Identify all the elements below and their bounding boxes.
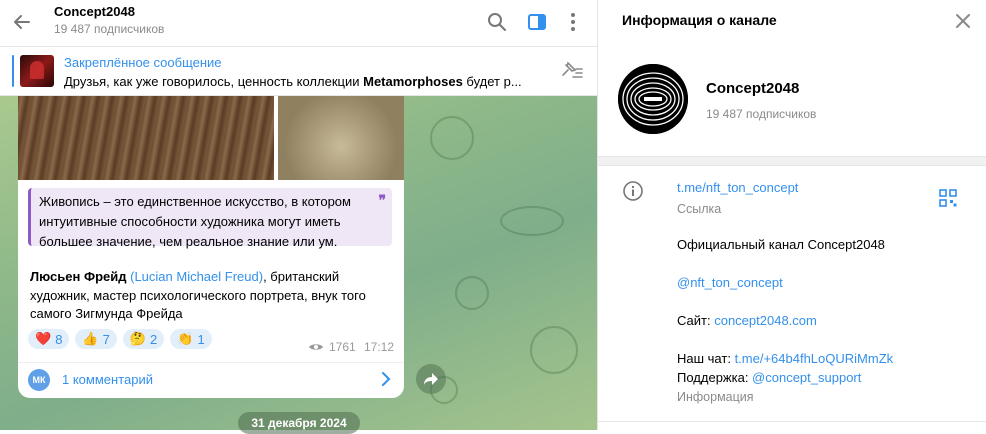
- views-counter: 1761: [308, 340, 356, 354]
- bg-doodle: [455, 276, 489, 310]
- channel-handle-link[interactable]: @nft_ton_concept: [677, 275, 783, 290]
- description-line: Официальный канал Concept2048: [677, 237, 885, 252]
- reaction-clap[interactable]: 👏 1: [170, 329, 212, 349]
- channel-subscribers-panel: 19 487 подписчиков: [706, 107, 817, 121]
- post-text: Люсьен Фрейд (Lucian Michael Freud), бри…: [30, 269, 366, 321]
- more-vertical-icon: [571, 13, 575, 31]
- qr-code-button[interactable]: [938, 188, 958, 208]
- pinned-list-button[interactable]: [558, 60, 584, 82]
- channel-title[interactable]: Concept2048: [54, 4, 135, 19]
- close-panel-button[interactable]: [952, 10, 974, 32]
- pinned-message[interactable]: Закреплённое сообщение Друзья, как уже г…: [0, 47, 597, 96]
- arrow-left-icon: [14, 15, 30, 29]
- info-icon: [622, 180, 644, 202]
- close-icon: [956, 14, 970, 28]
- chat-line: Наш чат: t.me/+64b4fhLoQURiMmZk: [677, 351, 894, 366]
- panel-title: Информация о канале: [622, 12, 777, 28]
- channel-name: Concept2048: [706, 80, 800, 97]
- author-link[interactable]: (Lucian Michael Freud): [130, 269, 263, 284]
- message-time: 17:12: [364, 340, 395, 354]
- info-caption: Информация: [677, 390, 754, 404]
- link-caption: Ссылка: [677, 202, 722, 216]
- section-divider: [598, 156, 986, 166]
- toggle-sidebar-button[interactable]: [524, 9, 550, 35]
- eye-icon: [309, 344, 323, 350]
- channel-avatar[interactable]: [618, 64, 688, 134]
- back-button[interactable]: [8, 8, 36, 36]
- bg-doodle: [500, 206, 564, 236]
- share-button[interactable]: [416, 364, 446, 394]
- site-line: Сайт: concept2048.com: [677, 313, 817, 328]
- chat-link[interactable]: t.me/+64b4fhLoQURiMmZk: [735, 351, 894, 366]
- pinned-thumbnail: [20, 55, 54, 87]
- quote-line: большее значение, чем реальное знание ил…: [39, 234, 338, 249]
- support-link[interactable]: @concept_support: [752, 370, 861, 385]
- chat-pane: Concept2048 19 487 подписчиков Закреплён…: [0, 0, 597, 434]
- chevron-right-icon: [382, 372, 391, 386]
- site-link[interactable]: concept2048.com: [714, 313, 817, 328]
- avatar: МК: [28, 369, 50, 391]
- message-bubble: Живопись – это единственное искусство, в…: [18, 96, 404, 398]
- channel-link[interactable]: t.me/nft_ton_concept: [677, 180, 798, 195]
- chat-header: Concept2048 19 487 подписчиков: [0, 0, 597, 47]
- forward-icon: [424, 373, 438, 385]
- author-name: Люсьен Фрейд: [30, 269, 127, 284]
- channel-logo: [618, 64, 688, 134]
- pinned-indicator: [12, 55, 14, 87]
- reaction-heart[interactable]: ❤️ 8: [28, 329, 70, 349]
- post-image-floor[interactable]: [18, 96, 274, 180]
- more-menu-button[interactable]: [560, 9, 586, 35]
- pinned-text: Друзья, как уже говорилось, ценность кол…: [64, 74, 522, 89]
- section-divider: [598, 421, 986, 422]
- qr-code-icon: [939, 189, 957, 207]
- search-icon: [488, 13, 506, 31]
- date-separator: 31 декабря 2024: [238, 412, 360, 434]
- comments-label: 1 комментарий: [62, 372, 153, 387]
- search-button[interactable]: [484, 9, 510, 35]
- bg-doodle: [530, 326, 578, 374]
- comments-button[interactable]: МК 1 комментарий: [18, 362, 404, 398]
- channel-info-panel: Информация о канале Concept2048 19 487 п…: [597, 0, 986, 430]
- quote-line: Живопись – это единственное искусство, в…: [39, 194, 351, 209]
- reactions: ❤️ 8 👍 7 🤔 2 👏 1: [28, 329, 212, 349]
- reaction-thumbs-up[interactable]: 👍 7: [75, 329, 117, 349]
- support-line: Поддержка: @concept_support: [677, 370, 862, 385]
- sidebar-icon: [528, 14, 546, 30]
- reaction-thinking[interactable]: 🤔 2: [122, 329, 165, 349]
- bg-doodle: [430, 116, 474, 160]
- post-quote: Живопись – это единственное искусство, в…: [28, 188, 392, 249]
- pinned-title: Закреплённое сообщение: [64, 55, 222, 70]
- post-image-book[interactable]: [278, 96, 404, 180]
- pin-list-icon: [562, 61, 583, 78]
- channel-subscribers: 19 487 подписчиков: [54, 22, 165, 36]
- quote-icon: ❞: [378, 192, 386, 208]
- quote-line: интуитивные способности художника могут …: [39, 214, 341, 229]
